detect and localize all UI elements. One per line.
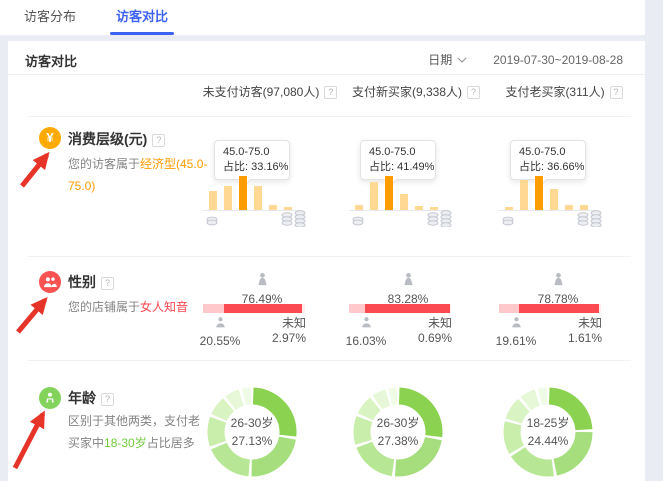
row-consumption-level: ¥ 消费层级(元)? 您的访客属于经济型(45.0-75.0) 45.0-75.… [8,116,645,256]
donut-center-label: 26-30岁27.13% [206,414,298,450]
chart-tooltip: 45.0-75.0 占比: 33.16% [214,140,290,180]
gender-segment-female[interactable] [224,304,302,313]
gender-chart-old-buyers: 78.78% 19.61% 未知1.61% [496,256,636,360]
bar[interactable] [370,182,378,210]
row-title-consumption: 消费层级(元)? [68,129,165,149]
bar[interactable] [415,206,423,210]
age-chart-unpaid: 26-30岁27.13% [200,360,340,481]
gender-ratio-bar[interactable] [349,304,451,313]
male-icon [360,318,373,332]
consumption-chart-old-buyers: 45.0-75.0 占比: 36.66% [496,116,636,256]
unknown-percentage: 2.97% [258,331,306,346]
consumption-chart-new-buyers: 45.0-75.0 占比: 41.49% [346,116,486,256]
bar[interactable] [520,180,528,210]
panel-title: 访客对比 [25,51,77,70]
help-icon[interactable]: ? [610,86,623,99]
tab-bar: 访客分布 访客对比 [0,0,645,35]
two-persons-icon [39,271,61,293]
help-icon[interactable]: ? [101,393,114,406]
high-spend-coins-icon [426,210,453,230]
consumption-bar-chart[interactable] [499,177,599,211]
bar[interactable] [269,205,277,210]
age-chart-old-buyers: 18-25岁24.44% [496,360,636,481]
gender-segment-male[interactable] [499,304,519,313]
column-headers: 未支付访客(97,080人)? 支付新买家(9,338人)? 支付老买家(311… [8,80,645,102]
row-title-gender: 性别? [68,272,114,292]
visitor-compare-panel: 访客对比 日期 2019-07-30~2019-08-28 未支付访客(97,0… [8,41,645,481]
bar[interactable] [355,205,363,210]
unknown-percentage: 0.69% [404,331,452,346]
date-filter-dropdown[interactable]: 日期 [428,51,467,68]
gender-ratio-bar[interactable] [499,304,601,313]
row-gender: 性别? 您的店铺属于女人知音 76.49% 20.55% 未知2.97% 83.… [8,256,645,360]
consumption-bar-chart[interactable] [203,177,303,211]
chevron-down-icon [457,57,467,63]
gender-ratio-bar[interactable] [203,304,305,313]
gender-segment-male[interactable] [349,304,365,313]
low-spend-coin-icon [352,215,365,229]
gender-segment-unknown[interactable] [599,304,601,313]
column-header-old-buyers: 支付老买家(311人)? [474,83,654,100]
low-spend-coin-icon [206,215,219,229]
high-spend-coins-icon [576,210,603,230]
chart-tooltip: 45.0-75.0 占比: 41.49% [360,140,436,180]
consumption-chart-unpaid: 45.0-75.0 占比: 33.16% [200,116,340,256]
chart-tooltip: 45.0-75.0 占比: 36.66% [510,140,586,180]
unknown-label: 未知 [404,316,452,331]
bar[interactable] [224,186,232,210]
bar-highlight[interactable] [385,176,393,210]
male-percentage: 19.61% [490,334,542,348]
age-chart-new-buyers: 26-30岁27.38% [346,360,486,481]
donut-center-label: 18-25岁24.44% [502,414,594,450]
male-percentage: 20.55% [194,334,246,348]
help-icon[interactable]: ? [152,134,165,147]
person-icon [39,387,61,409]
unknown-label: 未知 [258,316,306,331]
money-icon: ¥ [39,127,61,149]
bar[interactable] [565,205,573,210]
tab-visitor-distribution[interactable]: 访客分布 [22,0,78,35]
gender-chart-unpaid: 76.49% 20.55% 未知2.97% [200,256,340,360]
unknown-percentage: 1.61% [554,331,602,346]
gender-chart-new-buyers: 83.28% 16.03% 未知0.69% [346,256,486,360]
help-icon[interactable]: ? [101,277,114,290]
donut-center-label: 26-30岁27.38% [352,414,444,450]
unknown-label: 未知 [554,316,602,331]
row-desc-consumption: 您的访客属于经济型(45.0-75.0) [68,153,210,197]
bar[interactable] [400,194,408,210]
gender-segment-male[interactable] [203,304,224,313]
row-age: 年龄? 区别于其他两类，支付老买家中18-30岁占比居多 26-30岁27.13… [8,360,645,481]
gender-segment-unknown[interactable] [302,304,305,313]
row-title-age: 年龄? [68,388,114,408]
panel-header: 访客对比 日期 2019-07-30~2019-08-28 [8,41,645,75]
low-spend-coin-icon [502,215,515,229]
bar-highlight[interactable] [535,176,543,210]
row-desc-age: 区别于其他两类，支付老买家中18-30岁占比居多 [68,410,210,454]
female-icon [255,276,270,290]
female-icon [551,276,566,290]
row-desc-gender: 您的店铺属于女人知音 [68,296,210,318]
gender-segment-female[interactable] [519,304,599,313]
date-range-value[interactable]: 2019-07-30~2019-08-28 [493,53,623,67]
male-icon [510,318,523,332]
high-spend-coins-icon [280,210,307,230]
male-icon [214,318,227,332]
bar-highlight[interactable] [239,176,247,210]
bar[interactable] [254,186,262,210]
date-filter-label: 日期 [428,51,452,68]
gender-segment-unknown[interactable] [450,304,451,313]
gender-segment-female[interactable] [365,304,450,313]
male-percentage: 16.03% [340,334,392,348]
bar[interactable] [550,189,558,210]
bar[interactable] [505,207,513,210]
tab-visitor-compare[interactable]: 访客对比 [114,0,170,35]
consumption-bar-chart[interactable] [349,177,449,211]
bar[interactable] [209,191,217,210]
female-icon [401,276,416,290]
